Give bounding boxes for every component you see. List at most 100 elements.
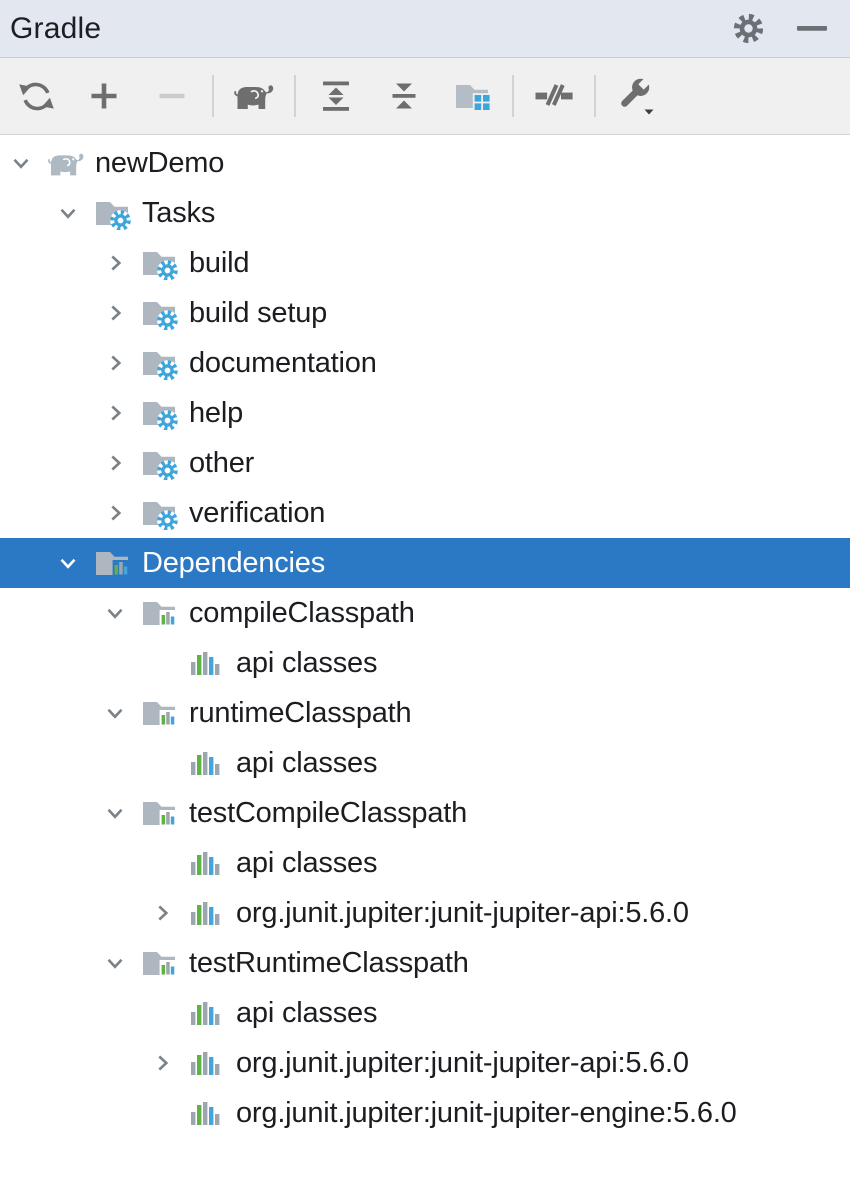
tree-row-label: build setup	[189, 297, 327, 330]
tree-row-label: testCompileClasspath	[189, 797, 467, 830]
chevron-down-icon[interactable]	[55, 200, 93, 226]
bar-chart-icon	[187, 897, 227, 929]
gradle-elephant-toolbar-icon	[232, 79, 276, 113]
tree-row-label: org.junit.jupiter:junit-jupiter-api:5.6.…	[236, 897, 689, 930]
tree-row-label: testRuntimeClasspath	[189, 947, 469, 980]
chevron-right-icon[interactable]	[102, 300, 140, 326]
folder-chart-icon	[140, 946, 180, 980]
chevron-down-icon[interactable]	[55, 550, 93, 576]
build-tool-settings-button[interactable]	[605, 68, 667, 124]
tree-row[interactable]: build	[0, 238, 850, 288]
tree-row[interactable]: org.junit.jupiter:junit-jupiter-api:5.6.…	[0, 888, 850, 938]
execute-gradle-task-button[interactable]	[223, 68, 285, 124]
tree-row-label: Dependencies	[142, 547, 325, 580]
tree-row[interactable]: api classes	[0, 838, 850, 888]
chevron-right-icon[interactable]	[102, 250, 140, 276]
collapse-all-button[interactable]	[373, 68, 435, 124]
folder-gear-icon	[93, 196, 133, 230]
tree-row[interactable]: org.junit.jupiter:junit-jupiter-api:5.6.…	[0, 1038, 850, 1088]
refresh-gradle-projects-button[interactable]	[5, 68, 67, 124]
tool-window-title: Gradle	[10, 12, 728, 46]
tree-row-label: build	[189, 247, 249, 280]
tree-row[interactable]: build setup	[0, 288, 850, 338]
tree-row-label: documentation	[189, 347, 377, 380]
tree-row-label: compileClasspath	[189, 597, 415, 630]
tool-window-header: Gradle	[0, 0, 850, 58]
tree-row-label: other	[189, 447, 254, 480]
folder-gear-icon	[140, 296, 180, 330]
chevron-right-icon[interactable]	[102, 400, 140, 426]
tree-row-label: api classes	[236, 647, 377, 680]
folder-chart-icon	[140, 696, 180, 730]
tree-row[interactable]: api classes	[0, 638, 850, 688]
offline-mode-icon	[534, 76, 574, 116]
tree-row-label: verification	[189, 497, 325, 530]
gradle-elephant-icon	[46, 147, 86, 180]
gradle-toolbar	[0, 58, 850, 135]
tree-row-label: org.junit.jupiter:junit-jupiter-api:5.6.…	[236, 1047, 689, 1080]
tree-row[interactable]: newDemo	[0, 138, 850, 188]
chevron-down-icon[interactable]	[8, 150, 46, 176]
bar-chart-icon	[187, 997, 227, 1029]
collapse-all-icon	[386, 78, 422, 114]
tree-row-label: help	[189, 397, 243, 430]
expand-all-icon	[318, 78, 354, 114]
folder-gear-icon	[140, 396, 180, 430]
tree-row-label: Tasks	[142, 197, 215, 230]
tree-row[interactable]: testCompileClasspath	[0, 788, 850, 838]
gear-icon	[731, 11, 766, 46]
chevron-down-icon[interactable]	[102, 700, 140, 726]
tree-row[interactable]: verification	[0, 488, 850, 538]
plus-icon	[86, 78, 122, 114]
tree-row-label: api classes	[236, 847, 377, 880]
tool-window-settings-button[interactable]	[728, 9, 768, 49]
expand-all-button[interactable]	[305, 68, 367, 124]
add-gradle-project-button[interactable]	[73, 68, 135, 124]
chevron-right-icon[interactable]	[149, 1050, 187, 1076]
folder-chart-icon	[140, 596, 180, 630]
folder-gear-icon	[140, 346, 180, 380]
bar-chart-icon	[187, 1047, 227, 1079]
tree-row[interactable]: compileClasspath	[0, 588, 850, 638]
tree-row[interactable]: Tasks	[0, 188, 850, 238]
minimize-icon	[794, 11, 830, 47]
tree-row-label: org.junit.jupiter:junit-jupiter-engine:5…	[236, 1097, 737, 1130]
refresh-icon	[18, 78, 55, 115]
chevron-down-icon[interactable]	[102, 600, 140, 626]
bar-chart-icon	[187, 847, 227, 879]
tree-row-label: runtimeClasspath	[189, 697, 411, 730]
tree-row-label: api classes	[236, 997, 377, 1030]
folder-gear-icon	[140, 246, 180, 280]
toolbar-separator	[212, 75, 214, 117]
folder-gear-icon	[140, 446, 180, 480]
tree-row[interactable]: documentation	[0, 338, 850, 388]
hide-tool-window-button[interactable]	[792, 9, 832, 49]
bar-chart-icon	[187, 1097, 227, 1129]
toolbar-separator	[512, 75, 514, 117]
chevron-down-icon[interactable]	[102, 950, 140, 976]
tree-row[interactable]: testRuntimeClasspath	[0, 938, 850, 988]
tree-row[interactable]: api classes	[0, 738, 850, 788]
chevron-right-icon[interactable]	[102, 350, 140, 376]
chevron-right-icon[interactable]	[149, 900, 187, 926]
chevron-right-icon[interactable]	[102, 500, 140, 526]
group-modules-button[interactable]	[441, 68, 503, 124]
gradle-tool-window: Gradle	[0, 0, 850, 1188]
toolbar-separator	[294, 75, 296, 117]
tree-row-label: api classes	[236, 747, 377, 780]
toolbar-separator	[594, 75, 596, 117]
remove-gradle-project-button[interactable]	[141, 68, 203, 124]
toggle-offline-mode-button[interactable]	[523, 68, 585, 124]
chevron-right-icon[interactable]	[102, 450, 140, 476]
bar-chart-icon	[187, 647, 227, 679]
folder-gear-icon	[140, 496, 180, 530]
tree-row[interactable]: runtimeClasspath	[0, 688, 850, 738]
tree-row[interactable]: api classes	[0, 988, 850, 1038]
tree-row[interactable]: org.junit.jupiter:junit-jupiter-engine:5…	[0, 1088, 850, 1138]
folder-chart-icon	[140, 796, 180, 830]
folder-chart-icon	[93, 546, 133, 580]
tree-row[interactable]: other	[0, 438, 850, 488]
chevron-down-icon[interactable]	[102, 800, 140, 826]
tree-row[interactable]: Dependencies	[0, 538, 850, 588]
tree-row[interactable]: help	[0, 388, 850, 438]
